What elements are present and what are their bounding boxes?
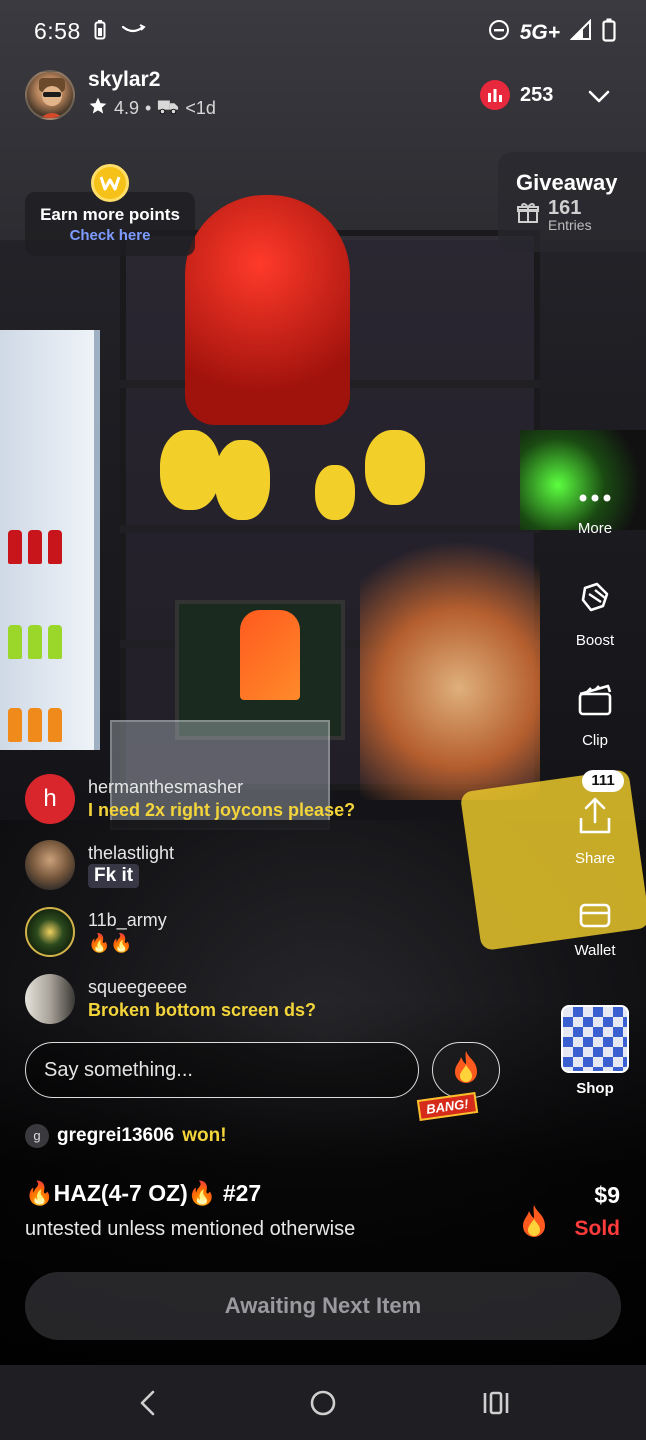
chat-message: squeegeeee Broken bottom screen ds? [25,974,316,1024]
more-dots-icon [550,488,640,512]
check-here-link[interactable]: Check here [25,227,195,244]
chat-text: I need 2x right joycons please? [88,800,356,820]
giveaway-title: Giveaway [516,170,618,195]
chat-avatar[interactable]: h [25,774,75,824]
points-coin-icon[interactable] [91,164,129,202]
won-label: won! [182,1125,227,1146]
share-count-badge: 111 [582,770,624,792]
star-icon [88,96,108,121]
giveaway-entries-count: 161 [548,197,582,219]
ship-time: <1d [185,98,216,118]
wallet-icon [550,900,640,934]
item-price: $9 [594,1182,620,1208]
share-button[interactable]: Share [550,796,640,867]
truck-icon [157,97,179,120]
viewer-count[interactable]: 253 [480,80,553,110]
chat-text: Fk it [88,864,140,888]
host-meta: 4.9 • <1d [88,96,216,121]
host-rating: 4.9 [114,98,140,118]
more-button[interactable]: More [550,488,640,537]
chevron-down-icon[interactable] [585,82,613,110]
home-icon[interactable] [303,1383,343,1423]
system-navigation-bar [0,1365,646,1440]
do-not-disturb-icon [488,19,510,47]
gift-icon [516,201,540,230]
host-username[interactable]: skylar2 [88,68,216,92]
chat-username: 11b_army [88,910,167,930]
chat-input[interactable] [26,1043,418,1097]
battery-icon [602,18,616,48]
shop-thumbnail[interactable] [561,1005,629,1073]
smile-icon [120,23,146,42]
chat-username: squeegeeee [88,977,188,997]
boost-button[interactable]: Boost [550,580,640,649]
chat-message: h hermanthesmasher I need 2x right joyco… [25,774,355,824]
wallet-label: Wallet [574,942,616,959]
back-icon[interactable] [128,1383,168,1423]
share-label: Share [574,850,616,867]
sold-status: Sold [574,1217,621,1240]
chat-message: 11b_army 🔥🔥 [25,907,167,957]
battery-saver-icon [94,20,106,45]
clapperboard-icon [550,680,640,724]
recent-apps-icon[interactable] [476,1383,516,1423]
chat-message: thelastlight Fk it [25,840,174,890]
clip-label: Clip [582,732,608,749]
winner-row: g gregrei13606 won! [25,1124,227,1148]
winner-username: gregrei13606 [57,1125,175,1146]
wallet-button[interactable]: Wallet [550,900,640,959]
item-subtitle: untested unless mentioned otherwise [25,1218,356,1240]
clip-button[interactable]: Clip [550,680,640,749]
chat-avatar[interactable] [25,907,75,957]
status-time: 6:58 [34,18,81,44]
chat-input-container[interactable] [25,1042,419,1098]
signal-icon [569,18,592,47]
winner-avatar[interactable]: g [25,1124,49,1148]
awaiting-next-item-button[interactable]: Awaiting Next Item [25,1272,621,1340]
fire-reaction-button[interactable] [432,1042,500,1098]
host-avatar[interactable] [25,69,75,120]
meta-separator: • [145,98,152,118]
chat-avatar[interactable] [25,840,75,890]
rocket-icon [550,580,640,624]
giveaway-card[interactable]: Giveaway 161 Entries [498,152,646,252]
chat-username: thelastlight [88,843,175,863]
share-upload-icon [550,796,640,842]
chat-username: hermanthesmasher [88,777,244,797]
status-bar: 6:58 5G+ [0,0,646,62]
item-title: 🔥HAZ(4-7 OZ)🔥 #27 [25,1180,262,1206]
more-label: More [577,520,613,537]
chat-avatar-initial: h [43,785,57,812]
sold-fire-icon [517,1202,551,1247]
fire-icon [449,1049,483,1092]
network-type: 5G+ [519,21,560,44]
live-bars-icon [480,80,510,110]
earn-points-title: Earn more points [40,205,180,224]
viewer-count-value: 253 [520,83,554,106]
chat-text: Broken bottom screen ds? [88,1000,317,1020]
chat-avatar[interactable] [25,974,75,1024]
chat-text: 🔥🔥 [88,933,133,953]
boost-label: Boost [575,632,615,649]
shop-label[interactable]: Shop [561,1080,629,1097]
host-header[interactable]: skylar2 4.9 • <1d [25,68,216,121]
giveaway-entries-label: Entries [548,217,592,233]
